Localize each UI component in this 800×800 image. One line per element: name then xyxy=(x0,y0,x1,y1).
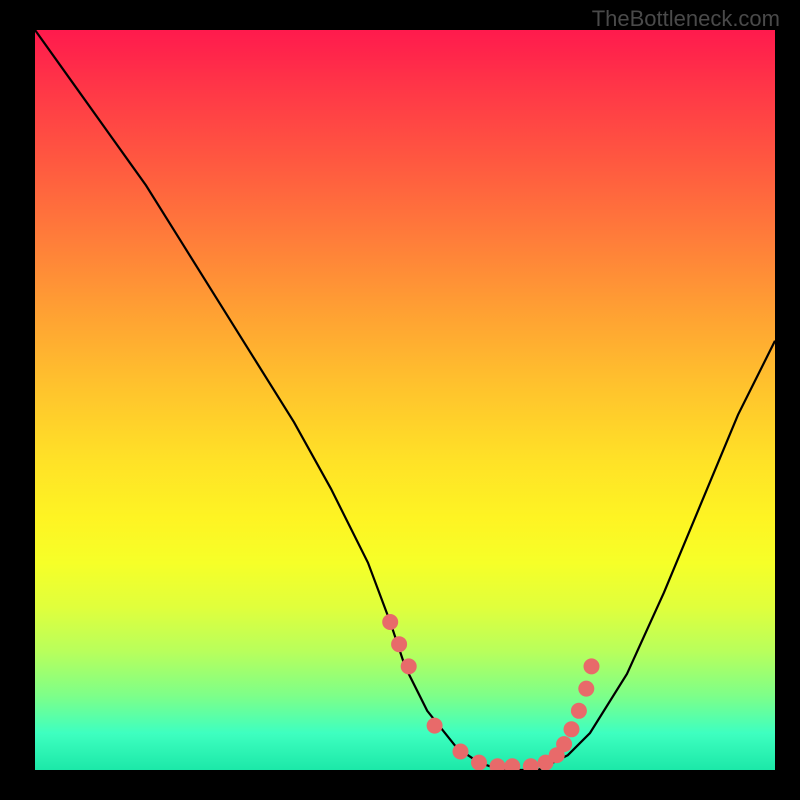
highlight-dot xyxy=(556,736,572,752)
highlight-dot xyxy=(490,758,506,770)
highlight-dot xyxy=(453,744,469,760)
curve-layer xyxy=(35,30,775,770)
highlight-dot xyxy=(427,718,443,734)
plot-area xyxy=(35,30,775,770)
highlight-dot xyxy=(401,658,417,674)
watermark-label: TheBottleneck.com xyxy=(592,6,780,32)
highlight-dot xyxy=(504,758,520,770)
highlight-dot xyxy=(471,755,487,770)
highlight-dot xyxy=(584,658,600,674)
highlight-dot xyxy=(523,758,539,770)
highlight-dot xyxy=(391,636,407,652)
highlight-dot xyxy=(564,721,580,737)
highlight-dots xyxy=(382,614,599,770)
bottleneck-curve xyxy=(35,30,775,770)
highlight-dot xyxy=(382,614,398,630)
chart-container: TheBottleneck.com xyxy=(0,0,800,800)
highlight-dot xyxy=(578,681,594,697)
highlight-dot xyxy=(571,703,587,719)
